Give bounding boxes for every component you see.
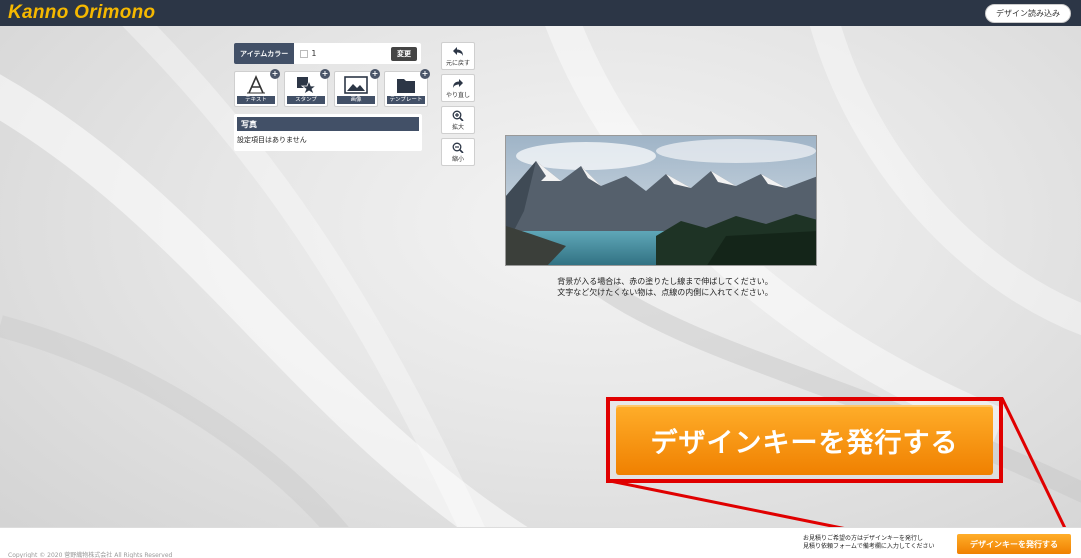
issue-design-key-button[interactable]: デザインキーを発行する xyxy=(616,405,993,475)
footer-note-line1: お見積りご希望の方はデザインキーを発行し xyxy=(803,535,924,542)
brand-logo: Kanno Orimono xyxy=(8,2,156,23)
properties-text: 設定項目はありません xyxy=(237,136,307,144)
tool-label: 画像 xyxy=(337,96,375,104)
add-text-tool[interactable]: + テキスト xyxy=(234,69,280,107)
note-safe-area: 文字など欠けたくない物は、点線の内側に入れてください。 xyxy=(557,288,773,297)
plus-icon: + xyxy=(320,69,330,79)
view-controls: 元に戻す やり直し 拡大 縮小 xyxy=(441,42,475,166)
tool-label: テンプレート xyxy=(387,96,425,104)
plus-icon: + xyxy=(370,69,380,79)
folder-icon xyxy=(397,79,415,93)
landscape-photo[interactable] xyxy=(506,136,817,266)
load-design-button[interactable]: デザイン読み込み xyxy=(985,3,1071,23)
copyright-text: Copyright © 2020 菅野織物株式会社 All Rights Res… xyxy=(8,552,173,558)
item-color-bar: アイテムカラー 1 変更 xyxy=(234,43,421,64)
redo-button[interactable]: やり直し xyxy=(441,74,475,102)
zoom-out-icon xyxy=(452,142,464,153)
canvas-notes: 背景が入る場合は、赤の塗りたし線まで伸ばしてください。 文字など欠けたくない物は… xyxy=(520,276,810,298)
footer: Copyright © 2020 菅野織物株式会社 All Rights Res… xyxy=(0,527,1081,558)
item-color-swatch[interactable] xyxy=(300,49,309,58)
change-color-button[interactable]: 変更 xyxy=(391,46,417,61)
footer-note: お見積りご希望の方はデザインキーを発行し 見積り依頼フォームで備考欄に入力してく… xyxy=(803,535,934,551)
item-color-label: アイテムカラー xyxy=(234,43,295,64)
properties-title: 写真 xyxy=(237,117,419,131)
text-icon xyxy=(247,75,265,94)
properties-panel: 写真 設定項目はありません xyxy=(234,114,422,151)
plus-icon: + xyxy=(270,69,280,79)
tool-label: スタンプ xyxy=(287,96,325,104)
add-stamp-tool[interactable]: + スタンプ xyxy=(284,69,330,107)
tool-palette: + テキスト + スタンプ + 画像 + テンプレート xyxy=(234,69,430,107)
zoom-in-icon xyxy=(452,110,464,121)
undo-icon xyxy=(453,46,463,56)
add-template-tool[interactable]: + テンプレート xyxy=(384,69,430,107)
tool-label: テキスト xyxy=(237,96,275,104)
design-canvas[interactable] xyxy=(505,135,817,266)
redo-icon xyxy=(453,78,463,88)
footer-note-line2: 見積り依頼フォームで備考欄に入力してください xyxy=(803,543,935,550)
zoom-in-button[interactable]: 拡大 xyxy=(441,106,475,134)
issue-design-key-button-small[interactable]: デザインキーを発行する xyxy=(957,534,1071,554)
app-header: Kanno Orimono デザイン読み込み xyxy=(0,0,1081,26)
undo-label: 元に戻す xyxy=(445,59,470,67)
zoom-out-button[interactable]: 縮小 xyxy=(441,138,475,166)
item-color-value: 1 xyxy=(311,49,317,58)
issue-design-key-label: デザインキーを発行する xyxy=(650,427,959,459)
add-image-tool[interactable]: + 画像 xyxy=(334,69,380,107)
image-icon xyxy=(344,76,368,94)
undo-button[interactable]: 元に戻す xyxy=(441,42,475,70)
redo-label: やり直し xyxy=(445,91,470,99)
zoom-in-label: 拡大 xyxy=(451,123,464,131)
plus-icon: + xyxy=(420,69,430,79)
note-bleed: 背景が入る場合は、赤の塗りたし線まで伸ばしてください。 xyxy=(557,277,773,286)
stamp-icon xyxy=(297,77,317,95)
zoom-out-label: 縮小 xyxy=(451,155,464,163)
